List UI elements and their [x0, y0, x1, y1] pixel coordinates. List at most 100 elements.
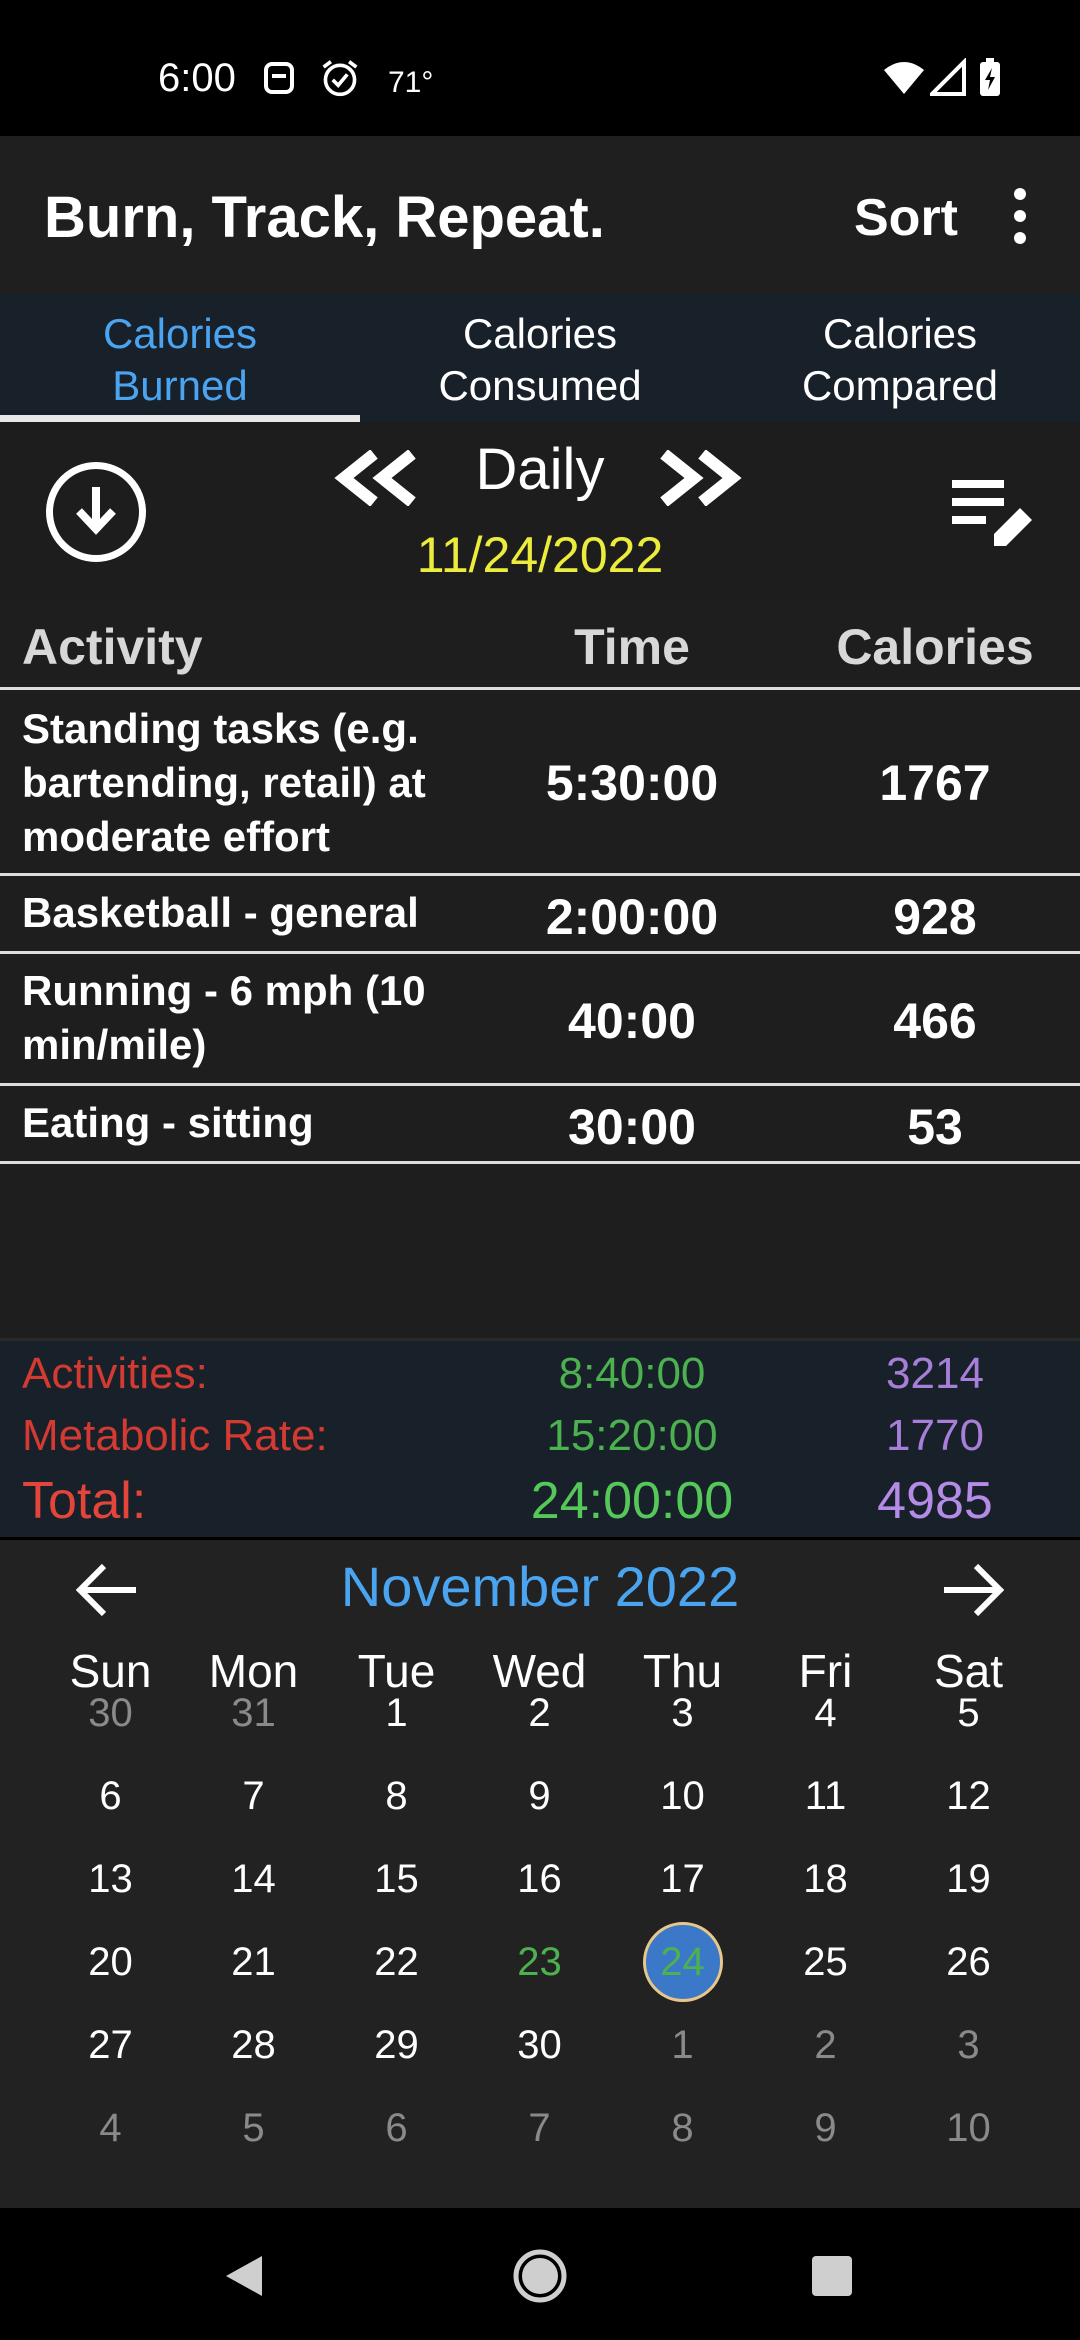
header-calories[interactable]: Calories — [810, 618, 1060, 676]
calendar-day[interactable]: 29 — [325, 2005, 468, 2085]
calendar-day[interactable]: 1 — [611, 2005, 754, 2085]
calendar-day[interactable]: 4 — [39, 2088, 182, 2168]
calendar-day[interactable]: 9 — [468, 1756, 611, 1836]
tab-label-line2: Compared — [801, 362, 999, 409]
calendar-day[interactable]: 5 — [182, 2088, 325, 2168]
calendar-day[interactable]: 18 — [754, 1839, 897, 1919]
header-time[interactable]: Time — [500, 618, 764, 676]
calendar-day[interactable]: 20 — [39, 1922, 182, 2002]
calendar-day[interactable]: 27 — [39, 2005, 182, 2085]
table-row[interactable]: Running - 6 mph (10 min/mile) 40:00 466 — [0, 954, 1080, 1086]
calendar-day[interactable]: 23 — [468, 1922, 611, 2002]
app-bar: Burn, Track, Repeat. Sort — [0, 136, 1080, 294]
calendar-day[interactable]: 3 — [897, 2005, 1040, 2085]
activity-calories: 928 — [893, 889, 977, 945]
calendar-day[interactable]: 22 — [325, 1922, 468, 2002]
recents-square-icon[interactable] — [810, 2254, 854, 2298]
activity-name: Basketball - general — [22, 889, 419, 936]
calendar-day[interactable]: 28 — [182, 2005, 325, 2085]
calendar-day[interactable]: 3 — [611, 1673, 754, 1753]
status-temperature: 71° — [388, 66, 434, 99]
calendar-day[interactable]: 13 — [39, 1839, 182, 1919]
table-row[interactable]: Standing tasks (e.g. bartending, retail)… — [0, 690, 1080, 876]
activity-time: 30:00 — [568, 1099, 696, 1155]
tab-label-line2: Burned — [112, 362, 248, 409]
back-triangle-icon[interactable] — [222, 2252, 266, 2300]
tab-label-line1: Calories — [462, 310, 618, 357]
calendar-day[interactable]: 11 — [754, 1756, 897, 1836]
calendar-day[interactable]: 8 — [325, 1756, 468, 1836]
battery-charging-icon — [980, 58, 1000, 96]
calendar-day[interactable]: 6 — [39, 1756, 182, 1836]
calendar-month-title: November 2022 — [340, 1555, 740, 1618]
activity-name: Running - 6 mph (10 min/mile) — [22, 967, 426, 1068]
calendar-day[interactable]: 15 — [325, 1839, 468, 1919]
tab-calories-compared[interactable]: Calories Compared — [720, 294, 1080, 422]
calendar-day[interactable]: 26 — [897, 1922, 1040, 2002]
calendar-day[interactable]: 10 — [897, 2088, 1040, 2168]
activity-calories: 53 — [907, 1099, 963, 1155]
signal-icon — [930, 58, 966, 96]
table-row[interactable]: Basketball - general 2:00:00 928 — [0, 876, 1080, 954]
system-navigation-bar — [0, 2208, 1080, 2340]
tab-calories-consumed[interactable]: Calories Consumed — [360, 294, 720, 422]
activity-time: 2:00:00 — [545, 889, 719, 945]
tab-label-line1: Calories — [102, 310, 258, 357]
alarm-icon — [322, 60, 358, 97]
tab-bar: Calories Burned Calories Consumed Calori… — [0, 294, 1080, 422]
calendar-day[interactable]: 1 — [325, 1673, 468, 1753]
selected-date[interactable]: 11/24/2022 — [0, 526, 1080, 584]
calendar-day[interactable]: 10 — [611, 1756, 754, 1836]
calendar-day[interactable]: 17 — [611, 1839, 754, 1919]
calendar-day[interactable]: 6 — [325, 2088, 468, 2168]
notification-icon — [264, 62, 294, 94]
tab-calories-burned[interactable]: Calories Burned — [0, 294, 360, 422]
calendar-day[interactable]: 21 — [182, 1922, 325, 2002]
calendar-day[interactable]: 25 — [754, 1922, 897, 2002]
summary-label: Total: — [22, 1472, 147, 1530]
table-row[interactable]: Eating - sitting 30:00 53 — [0, 1086, 1080, 1164]
arrow-right-icon[interactable] — [940, 1560, 1008, 1620]
calendar-day[interactable]: 31 — [182, 1673, 325, 1753]
calendar-day-selected[interactable]: 24 — [611, 1922, 754, 2002]
tab-label-line1: Calories — [822, 310, 978, 357]
calendar-day[interactable]: 7 — [182, 1756, 325, 1836]
summary-calories: 4985 — [877, 1472, 993, 1530]
activity-calories: 1767 — [879, 755, 991, 811]
summary-calories: 1770 — [886, 1411, 984, 1460]
calendar-day[interactable]: 16 — [468, 1839, 611, 1919]
table-header: Activity Time Calories — [0, 602, 1080, 690]
activity-table: Activity Time Calories Standing tasks (e… — [0, 602, 1080, 1338]
date-navigation: Daily 11/24/2022 — [0, 422, 1080, 602]
activity-time: 40:00 — [568, 993, 696, 1049]
calendar-day[interactable]: 19 — [897, 1839, 1040, 1919]
calendar-day[interactable]: 2 — [468, 1673, 611, 1753]
calendar-day[interactable]: 30 — [39, 1673, 182, 1753]
calendar-day[interactable]: 5 — [897, 1673, 1040, 1753]
status-bar: 6:00 71° — [0, 0, 1080, 136]
calendar-day[interactable]: 2 — [754, 2005, 897, 2085]
calendar-day[interactable]: 4 — [754, 1673, 897, 1753]
wifi-icon — [884, 62, 924, 94]
home-circle-icon[interactable] — [512, 2248, 568, 2304]
month-calendar: November 2022 Sun Mon Tue Wed Thu Fri Sat 30 31… — [0, 1540, 1080, 2208]
double-chevron-right-icon[interactable] — [656, 450, 742, 506]
app-title: Burn, Track, Repeat. — [44, 185, 605, 250]
summary-time: 8:40:00 — [558, 1349, 706, 1398]
calendar-day[interactable]: 7 — [468, 2088, 611, 2168]
summary-label: Activities: — [22, 1349, 208, 1398]
edit-list-icon[interactable] — [944, 468, 1040, 564]
calendar-day[interactable]: 30 — [468, 2005, 611, 2085]
calendar-day[interactable]: 12 — [897, 1756, 1040, 1836]
summary-panel: Activities: 8:40:00 3214 Metabolic Rate:… — [0, 1338, 1080, 1540]
summary-time: 15:20:00 — [546, 1411, 718, 1460]
more-vert-icon[interactable] — [1002, 188, 1038, 248]
calendar-day[interactable]: 8 — [611, 2088, 754, 2168]
calendar-day[interactable]: 9 — [754, 2088, 897, 2168]
calendar-day[interactable]: 14 — [182, 1839, 325, 1919]
activity-name: Eating - sitting — [22, 1099, 314, 1146]
activity-time: 5:30:00 — [545, 755, 719, 811]
sort-button[interactable]: Sort — [854, 188, 958, 248]
period-label[interactable]: Daily — [0, 436, 1080, 503]
header-activity[interactable]: Activity — [22, 618, 203, 676]
